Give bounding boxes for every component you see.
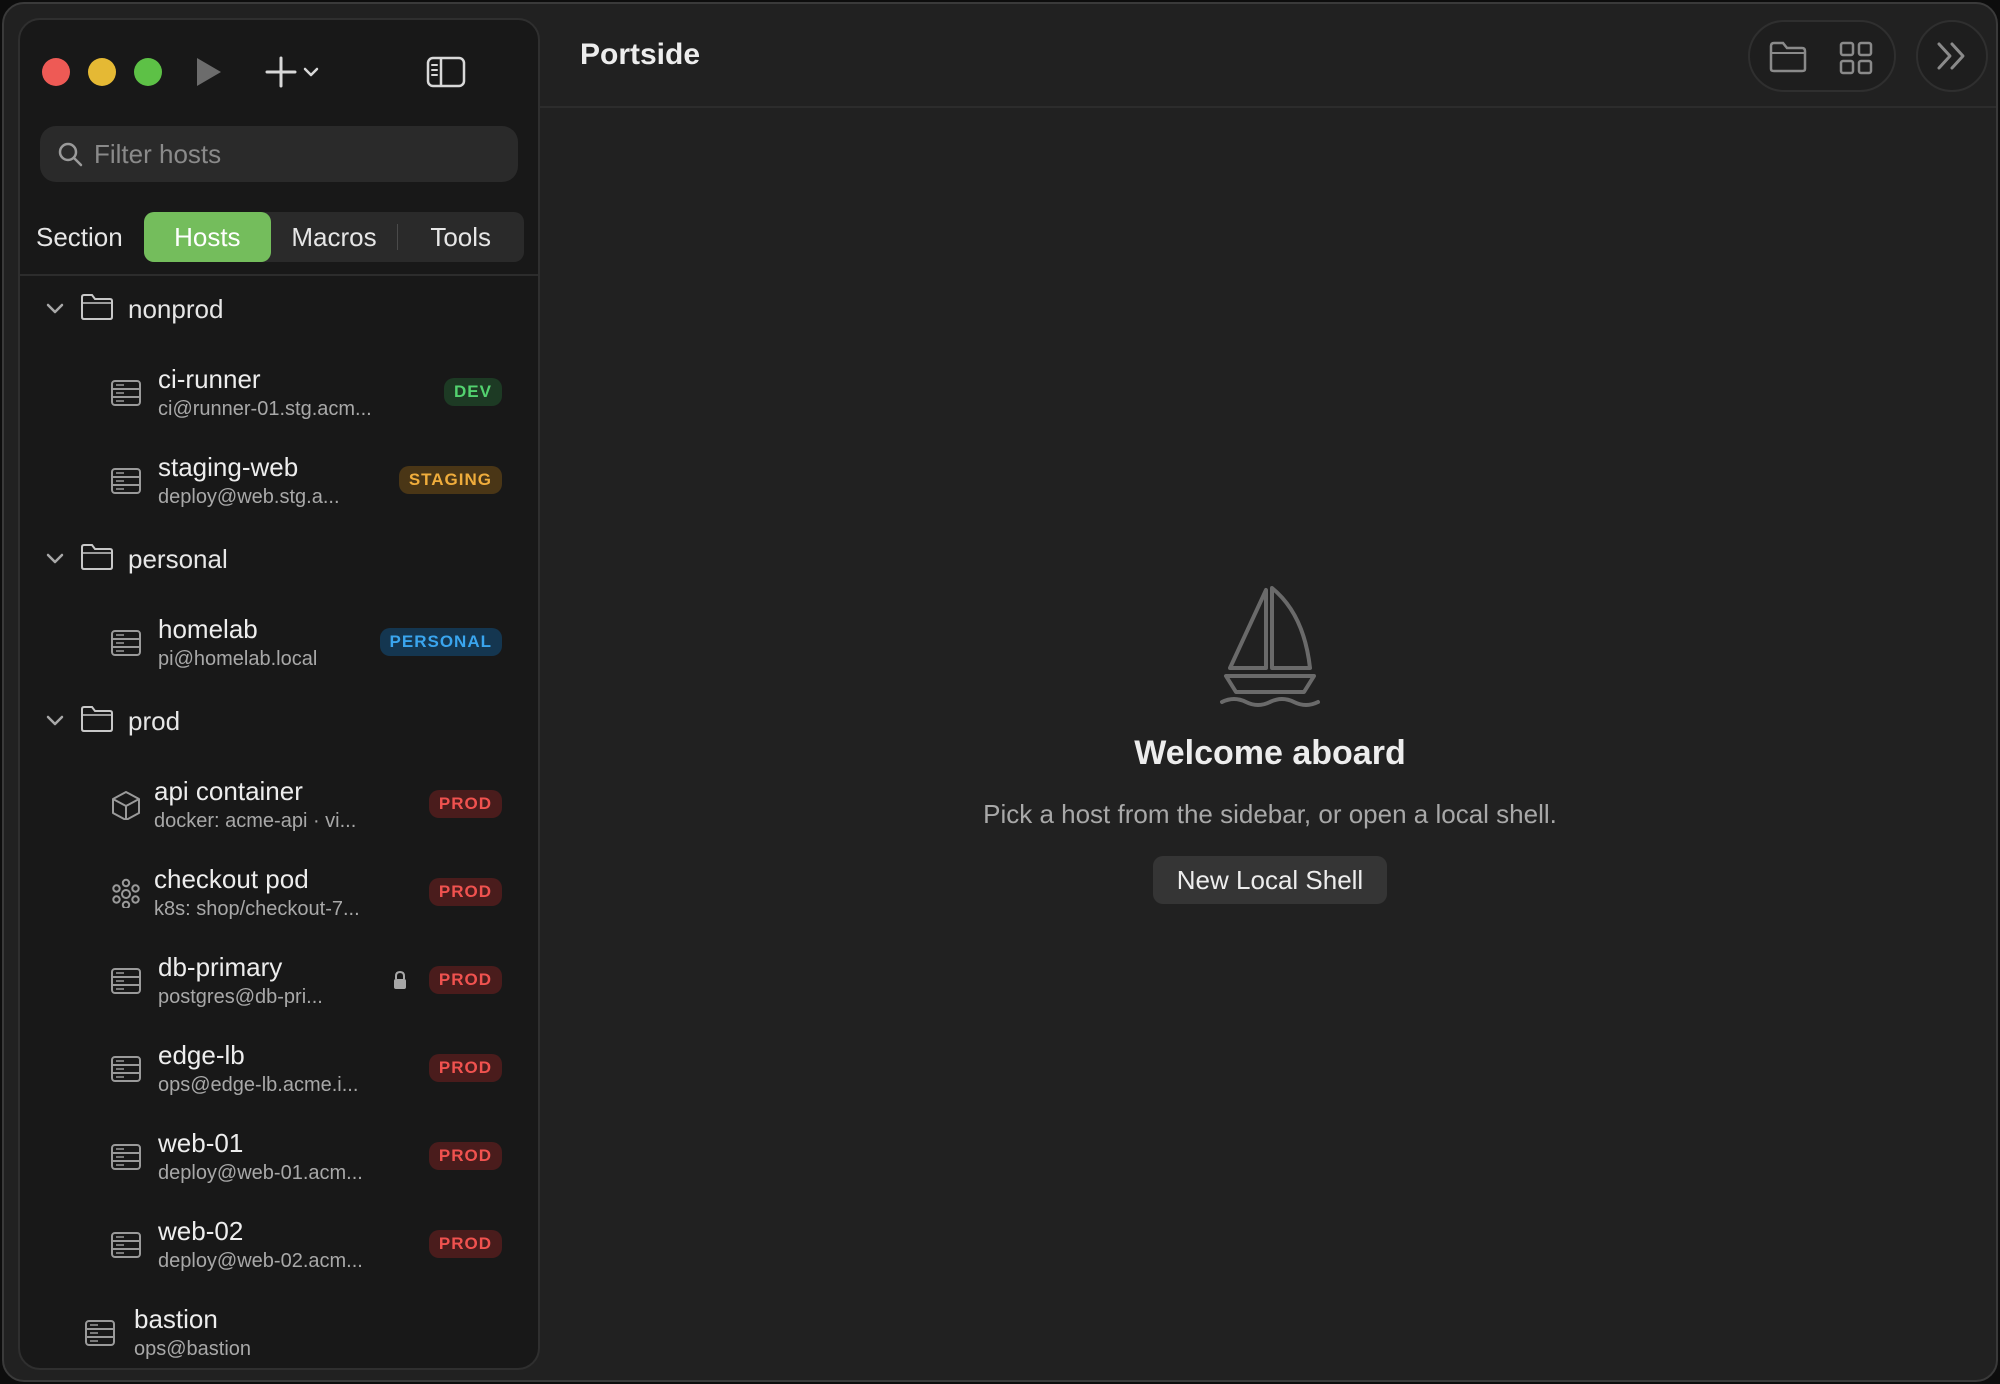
environment-badge: PROD bbox=[428, 1230, 502, 1258]
server-icon bbox=[111, 1232, 141, 1258]
host-address: deploy@web-02.acm... bbox=[158, 1250, 363, 1272]
toggle-sidebar-button[interactable] bbox=[424, 52, 468, 92]
environment-badge: PROD bbox=[428, 1054, 502, 1082]
host-row[interactable]: web-02 deploy@web-02.acm... PROD bbox=[20, 1214, 538, 1284]
folder-icon bbox=[81, 294, 113, 320]
host-name: checkout pod bbox=[154, 864, 309, 894]
environment-badge: DEV bbox=[444, 378, 502, 406]
app-window: Section Hosts Macros Tools nonprod ci-run… bbox=[2, 2, 1998, 1382]
tab-hosts[interactable]: Hosts bbox=[144, 212, 271, 262]
section-segmented-control: Hosts Macros Tools bbox=[144, 212, 524, 262]
server-icon bbox=[111, 1056, 141, 1082]
host-address: postgres@db-pri... bbox=[158, 986, 323, 1008]
host-name: web-01 bbox=[158, 1128, 244, 1158]
view-toolbar bbox=[1748, 20, 1896, 92]
host-row[interactable]: bastion ops@bastion bbox=[20, 1302, 538, 1368]
run-button[interactable] bbox=[186, 52, 230, 92]
minimize-window-button[interactable] bbox=[88, 58, 116, 86]
kubernetes-icon bbox=[112, 878, 140, 908]
host-name: api container bbox=[154, 776, 303, 806]
chevron-down-icon[interactable] bbox=[44, 710, 66, 732]
search-input[interactable] bbox=[94, 138, 494, 170]
files-button[interactable] bbox=[1768, 40, 1808, 79]
chevron-down-icon[interactable] bbox=[44, 298, 66, 320]
host-row[interactable]: edge-lb ops@edge-lb.acme.i... PROD bbox=[20, 1038, 538, 1108]
group-personal[interactable]: personal bbox=[20, 534, 538, 584]
group-prod[interactable]: prod bbox=[20, 696, 538, 746]
zoom-window-button[interactable] bbox=[134, 58, 162, 86]
new-local-shell-button[interactable]: New Local Shell bbox=[1152, 856, 1388, 904]
header-divider bbox=[540, 106, 1996, 108]
folder-icon bbox=[81, 544, 113, 570]
host-row[interactable]: db-primary postgres@db-pri... PROD bbox=[20, 950, 538, 1020]
expand-panel-button[interactable] bbox=[1916, 20, 1988, 92]
search-icon bbox=[58, 142, 83, 167]
grid-view-button[interactable] bbox=[1838, 40, 1874, 81]
chevron-down-icon bbox=[303, 67, 319, 77]
page-title: Portside bbox=[580, 38, 701, 71]
host-address: ops@bastion bbox=[134, 1338, 252, 1360]
server-icon bbox=[85, 1320, 115, 1346]
server-icon bbox=[111, 1144, 141, 1170]
host-address: deploy@web-01.acm... bbox=[158, 1162, 363, 1184]
container-icon bbox=[112, 791, 140, 820]
environment-badge: PROD bbox=[428, 790, 502, 818]
section-label: Section bbox=[36, 222, 123, 252]
host-name: web-02 bbox=[158, 1216, 244, 1246]
tab-tools[interactable]: Tools bbox=[397, 212, 524, 262]
chevrons-right-icon bbox=[1937, 42, 1965, 70]
group-name: prod bbox=[128, 706, 181, 736]
host-name: homelab bbox=[158, 614, 258, 644]
grid-icon bbox=[1839, 41, 1873, 75]
chevron-down-icon[interactable] bbox=[44, 548, 66, 570]
add-menu-button[interactable] bbox=[260, 52, 324, 92]
welcome-hint: Pick a host from the sidebar, or open a … bbox=[983, 799, 1557, 829]
lock-icon bbox=[394, 970, 406, 989]
sidebar-icon bbox=[426, 56, 466, 88]
environment-badge: PROD bbox=[428, 878, 502, 906]
environment-badge: PROD bbox=[428, 966, 502, 994]
server-icon bbox=[111, 630, 141, 656]
plus-icon bbox=[265, 56, 297, 88]
group-nonprod[interactable]: nonprod bbox=[20, 284, 538, 334]
tab-macros[interactable]: Macros bbox=[271, 212, 398, 262]
host-name: staging-web bbox=[158, 452, 299, 482]
environment-badge: PERSONAL bbox=[379, 628, 502, 656]
group-name: nonprod bbox=[128, 294, 224, 324]
host-name: ci-runner bbox=[158, 364, 261, 394]
host-row[interactable]: homelab pi@homelab.local PERSONAL bbox=[20, 612, 538, 682]
search-box bbox=[40, 126, 518, 182]
empty-state: Welcome aboard Pick a host from the side… bbox=[540, 584, 1996, 904]
environment-badge: PROD bbox=[428, 1142, 502, 1170]
host-row[interactable]: checkout pod k8s: shop/checkout-7... PROD bbox=[20, 862, 538, 932]
server-icon bbox=[111, 468, 141, 494]
server-icon bbox=[111, 380, 141, 406]
host-name: edge-lb bbox=[158, 1040, 245, 1070]
folder-icon bbox=[1769, 41, 1807, 73]
host-address: ci@runner-01.stg.acm... bbox=[158, 398, 372, 420]
play-icon bbox=[197, 58, 221, 86]
host-row[interactable]: web-01 deploy@web-01.acm... PROD bbox=[20, 1126, 538, 1196]
folder-icon bbox=[81, 706, 113, 732]
host-name: db-primary bbox=[158, 952, 283, 982]
host-row[interactable]: staging-web deploy@web.stg.a... STAGING bbox=[20, 450, 538, 520]
host-address: docker: acme-api · vi... bbox=[154, 810, 357, 832]
host-address: pi@homelab.local bbox=[158, 648, 318, 670]
host-row[interactable]: ci-runner ci@runner-01.stg.acm... DEV bbox=[20, 362, 538, 432]
sidebar-divider bbox=[20, 274, 538, 276]
host-address: ops@edge-lb.acme.i... bbox=[158, 1074, 359, 1096]
environment-badge: STAGING bbox=[398, 466, 502, 494]
host-address: k8s: shop/checkout-7... bbox=[154, 898, 360, 920]
section-switcher: Section Hosts Macros Tools bbox=[20, 212, 538, 264]
group-name: personal bbox=[128, 544, 228, 574]
server-icon bbox=[111, 968, 141, 994]
host-row[interactable]: api container docker: acme-api · vi... PRO… bbox=[20, 774, 538, 844]
welcome-title: Welcome aboard bbox=[1134, 734, 1406, 772]
host-address: deploy@web.stg.a... bbox=[158, 486, 340, 508]
sailboat-icon bbox=[1220, 586, 1320, 707]
close-window-button[interactable] bbox=[42, 58, 70, 86]
sidebar: Section Hosts Macros Tools nonprod ci-run… bbox=[18, 18, 540, 1370]
host-name: bastion bbox=[134, 1304, 218, 1334]
